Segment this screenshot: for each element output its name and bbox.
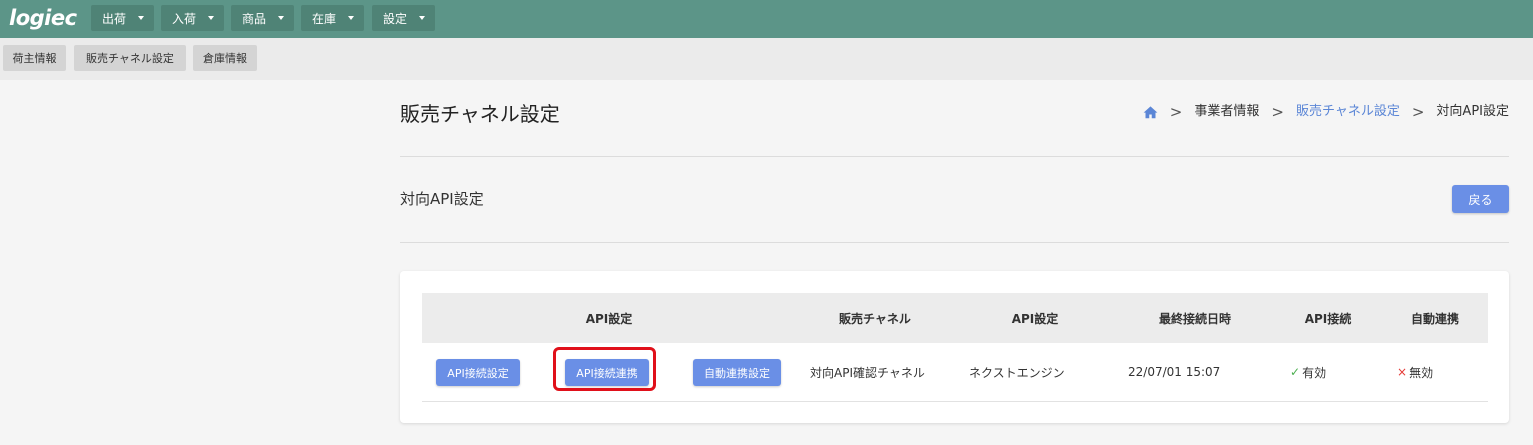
cross-icon: × [1397, 365, 1408, 379]
api-connection-settings-button[interactable]: API接続設定 [436, 359, 520, 386]
chevron-right-icon: > [1411, 103, 1425, 121]
home-icon[interactable] [1143, 105, 1158, 119]
auto-link-settings-button[interactable]: 自動連携設定 [693, 359, 781, 386]
header-auto-link: 自動連携 [1410, 311, 1459, 326]
menu-label: 在庫 [312, 11, 337, 26]
menu-label: 出荷 [102, 11, 127, 26]
cell-auto-link: × 無効 [1397, 343, 1433, 401]
subnav-sales-channel[interactable]: 販売チャネル設定 [74, 45, 186, 71]
logo[interactable]: logiec [9, 6, 77, 30]
chevron-right-icon: > [1169, 103, 1183, 121]
menu-shipping[interactable]: 出荷 [91, 5, 154, 31]
header-sales-channel: 販売チャネル [839, 311, 911, 326]
menu-receiving[interactable]: 入荷 [161, 5, 224, 31]
menu-products[interactable]: 商品 [231, 5, 294, 31]
api-settings-card: API設定 販売チャネル API設定 最終接続日時 API接続 自動連携 API… [400, 271, 1509, 423]
top-navbar: logiec 出荷 入荷 商品 在庫 設定 [0, 0, 1533, 38]
caret-down-icon [138, 16, 145, 20]
menu-settings[interactable]: 設定 [372, 5, 435, 31]
header-api-settings: API設定 [585, 311, 633, 326]
sub-navbar: 荷主情報 販売チャネル設定 倉庫情報 [0, 38, 1533, 80]
divider [400, 242, 1509, 243]
header-last-connected: 最終接続日時 [1158, 311, 1231, 326]
breadcrumb: > 事業者情報 > 販売チャネル設定 > 対向API設定 [1143, 102, 1509, 122]
header-api-setting: API設定 [1011, 311, 1059, 326]
menu-inventory[interactable]: 在庫 [301, 5, 364, 31]
breadcrumb-sales-channel[interactable]: 販売チャネル設定 [1296, 102, 1400, 122]
section-title: 対向API設定 [400, 190, 484, 208]
cell-last-connected: 22/07/01 15:07 [1128, 365, 1221, 379]
back-button[interactable]: 戻る [1452, 185, 1509, 213]
menu-label: 入荷 [172, 11, 197, 26]
cell-api-connection: ✓ 有効 [1290, 343, 1326, 401]
highlight-box [553, 347, 656, 391]
menu-label: 商品 [242, 11, 267, 26]
chevron-right-icon: > [1271, 103, 1284, 121]
auto-link-status: 無効 [1409, 365, 1434, 380]
divider [400, 156, 1509, 157]
breadcrumb-current: 対向API設定 [1436, 104, 1509, 119]
caret-down-icon [419, 16, 426, 20]
cell-api-setting: ネクストエンジン [969, 365, 1065, 380]
caret-down-icon [278, 16, 285, 20]
caret-down-icon [348, 16, 355, 20]
check-icon: ✓ [1290, 365, 1301, 379]
api-connection-status: 有効 [1302, 365, 1327, 380]
header-api-connection: API接続 [1304, 311, 1352, 326]
caret-down-icon [208, 16, 215, 20]
subnav-shipper-info[interactable]: 荷主情報 [3, 45, 66, 71]
breadcrumb-business-info: 事業者情報 [1194, 104, 1260, 119]
menu-label: 設定 [383, 11, 408, 26]
page-title: 販売チャネル設定 [400, 102, 560, 126]
subnav-warehouse-info[interactable]: 倉庫情報 [193, 45, 257, 71]
cell-channel: 対向API確認チャネル [810, 365, 925, 380]
table-header: API設定 販売チャネル API設定 最終接続日時 API接続 自動連携 [422, 293, 1488, 343]
